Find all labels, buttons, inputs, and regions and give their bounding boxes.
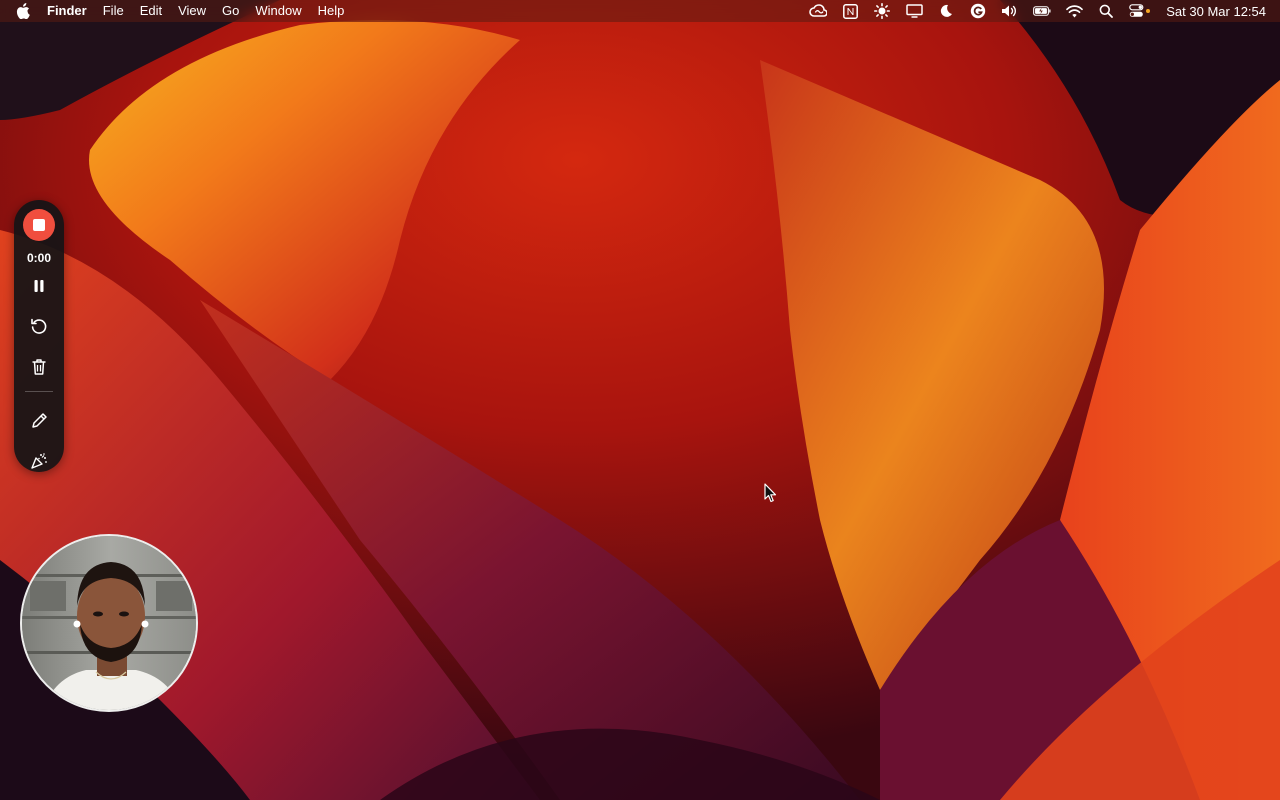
display-icon[interactable] (905, 3, 923, 19)
battery-icon[interactable] (1033, 3, 1051, 19)
trash-icon (32, 359, 46, 375)
apple-logo-icon[interactable] (16, 3, 30, 19)
notion-icon[interactable] (841, 3, 859, 19)
pause-icon (34, 280, 44, 292)
menu-bar-clock[interactable]: Sat 30 Mar 12:54 (1166, 4, 1266, 19)
stop-recording-button[interactable] (23, 209, 55, 241)
brightness-icon[interactable] (873, 3, 891, 19)
spotlight-search-icon[interactable] (1097, 3, 1115, 19)
control-center-icon[interactable] (1129, 3, 1151, 19)
mouse-cursor-icon (764, 483, 777, 503)
restart-button[interactable] (27, 314, 51, 338)
creative-cloud-icon[interactable] (809, 3, 828, 19)
desktop: Finder File Edit View Go Window Help Sat… (0, 0, 1280, 800)
menu-bar-right: Sat 30 Mar 12:54 (802, 0, 1266, 22)
webcam-person-icon (22, 536, 196, 710)
grammarly-icon[interactable] (969, 3, 987, 19)
effects-button[interactable] (27, 449, 51, 473)
toolbar-divider (25, 391, 53, 392)
menu-window[interactable]: Window (247, 0, 309, 22)
delete-recording-button[interactable] (27, 355, 51, 379)
moon-icon[interactable] (937, 3, 955, 19)
volume-icon[interactable] (1001, 3, 1019, 19)
screen-recorder-toolbar: 0:00 (14, 200, 64, 472)
menu-bar: Finder File Edit View Go Window Help Sat… (0, 0, 1280, 22)
stop-icon (33, 219, 45, 231)
desktop-wallpaper (0, 0, 1280, 800)
menu-go[interactable]: Go (214, 0, 247, 22)
recording-timer: 0:00 (26, 251, 52, 265)
menu-view[interactable]: View (170, 0, 214, 22)
wifi-icon[interactable] (1065, 3, 1083, 19)
pause-button[interactable] (27, 274, 51, 298)
restart-icon (31, 318, 47, 334)
pencil-icon (31, 412, 47, 428)
effects-icon (31, 453, 47, 469)
menu-bar-left: Finder File Edit View Go Window Help (0, 0, 352, 22)
webcam-bubble[interactable] (20, 534, 198, 712)
menu-app-finder[interactable]: Finder (40, 0, 95, 22)
draw-button[interactable] (27, 408, 51, 432)
menu-help[interactable]: Help (310, 0, 353, 22)
menu-file[interactable]: File (95, 0, 132, 22)
menu-edit[interactable]: Edit (132, 0, 170, 22)
